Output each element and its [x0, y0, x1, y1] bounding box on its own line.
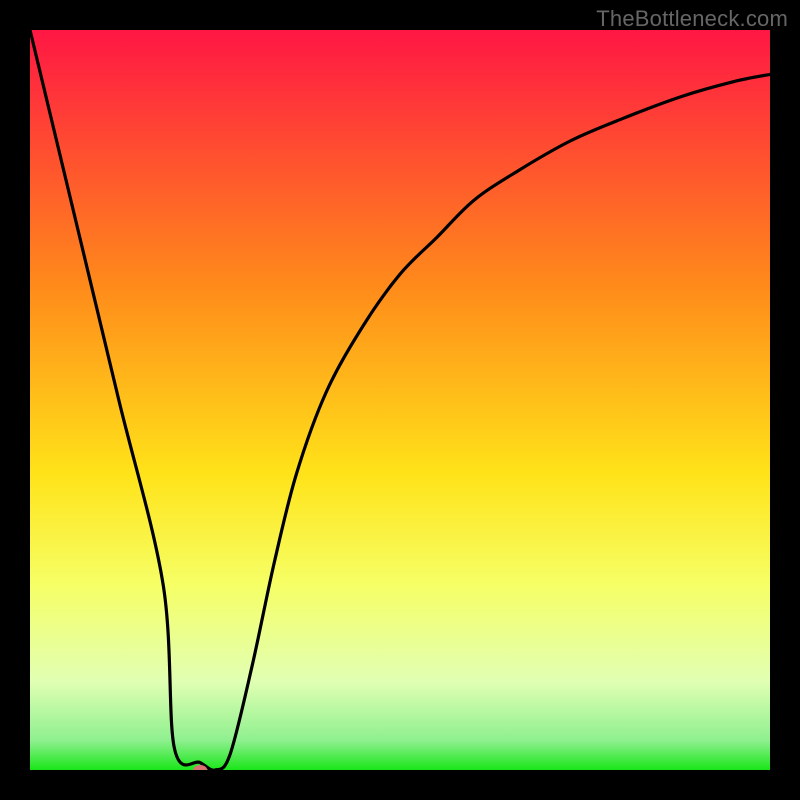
plot-area	[30, 30, 770, 770]
watermark-text: TheBottleneck.com	[596, 6, 788, 32]
bottleneck-curve	[30, 30, 770, 770]
chart-frame: TheBottleneck.com	[0, 0, 800, 800]
curve-layer	[30, 30, 770, 770]
